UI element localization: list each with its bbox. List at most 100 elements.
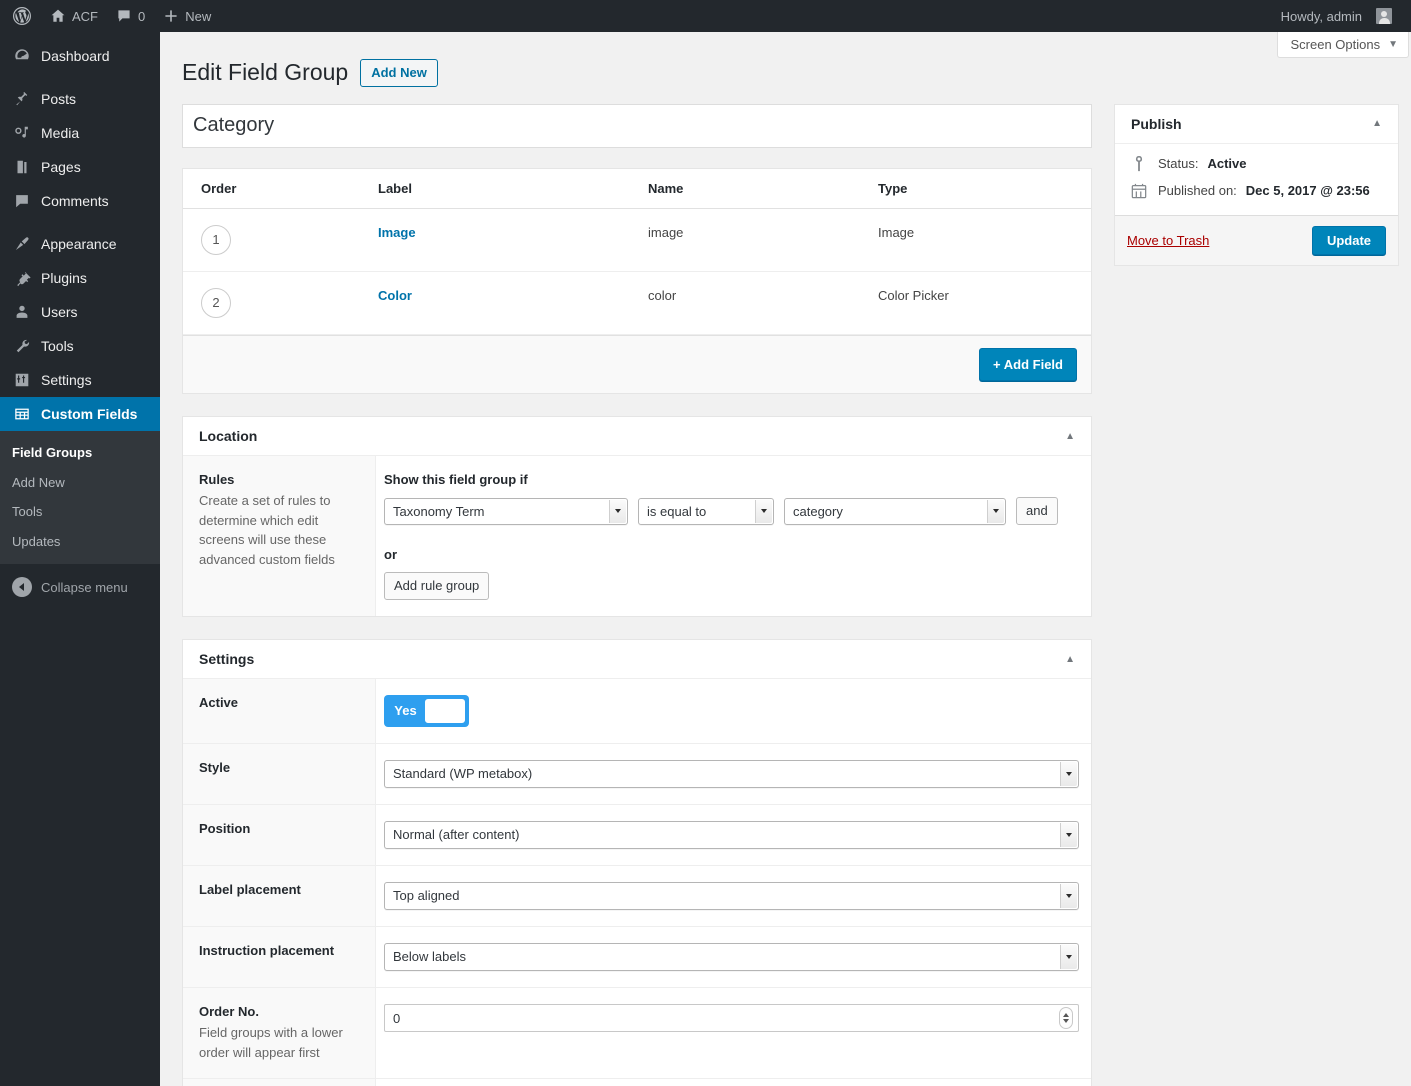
screen-options-label: Screen Options [1290, 37, 1380, 52]
plug-icon [12, 268, 32, 288]
submenu-item-add-new[interactable]: Add New [0, 468, 160, 498]
sidebar-item-label: Custom Fields [41, 407, 137, 421]
setting-field-cell [376, 1079, 1091, 1086]
setting-row-position: Position Normal (after content) [183, 805, 1091, 866]
setting-label-cell: Style [183, 744, 376, 804]
site-name-menu[interactable]: ACF [41, 0, 107, 32]
position-select[interactable]: Normal (after content) [384, 821, 1079, 849]
submenu-item-updates[interactable]: Updates [0, 527, 160, 557]
sidebar-item-appearance[interactable]: Appearance [0, 227, 160, 261]
field-group-title-input[interactable] [182, 104, 1092, 148]
sidebar-item-settings[interactable]: Settings [0, 363, 160, 397]
chevron-down-icon [609, 500, 626, 523]
submenu-item-field-groups[interactable]: Field Groups [0, 438, 160, 468]
rule-param-select[interactable]: Taxonomy Term [384, 498, 628, 525]
publish-metabox-header[interactable]: Publish ▲ [1115, 105, 1398, 144]
move-to-trash-link[interactable]: Move to Trash [1127, 233, 1209, 248]
sidebar-item-pages[interactable]: Pages [0, 150, 160, 184]
sidebar-item-comments[interactable]: Comments [0, 184, 160, 218]
sidebar-item-label: Comments [41, 194, 109, 208]
order-no-wrapper [384, 1004, 1079, 1032]
chevron-up-icon[interactable]: ▲ [1065, 431, 1079, 442]
setting-label: Label placement [199, 882, 359, 897]
style-select[interactable]: Standard (WP metabox) [384, 760, 1079, 788]
location-metabox: Location ▲ Rules Create a set of rules t… [182, 416, 1092, 617]
comments-count: 0 [138, 9, 145, 24]
wp-logo-menu[interactable] [0, 0, 41, 32]
settings-metabox-header[interactable]: Settings ▲ [183, 640, 1091, 679]
sidebar-item-plugins[interactable]: Plugins [0, 261, 160, 295]
order-handle[interactable]: 1 [201, 225, 231, 255]
add-and-rule-button[interactable]: and [1016, 497, 1058, 525]
instruction-placement-value: Below labels [385, 944, 1078, 970]
sidebar-item-dashboard[interactable]: Dashboard [0, 39, 160, 73]
pin-icon [12, 89, 32, 109]
update-button[interactable]: Update [1312, 226, 1386, 255]
table-row[interactable]: 2 Color color Color Picker [183, 271, 1091, 334]
field-edit-link[interactable]: Color [378, 288, 412, 303]
chevron-up-icon[interactable]: ▲ [1065, 654, 1079, 665]
or-label: or [384, 547, 1079, 562]
field-edit-link[interactable]: Image [378, 225, 416, 240]
sidebar-item-tools[interactable]: Tools [0, 329, 160, 363]
content-columns: Order Label Name Type 1 Image [160, 88, 1411, 1086]
secondary-column: Publish ▲ Status: Active [1114, 104, 1399, 1086]
comment-bubble-icon [12, 191, 32, 211]
comment-bubble-icon [116, 8, 132, 24]
publish-body: Status: Active [1115, 144, 1398, 215]
fields-table: Order Label Name Type 1 Image [183, 169, 1091, 335]
table-row[interactable]: 1 Image image Image [183, 208, 1091, 271]
setting-field-cell: Below labels [376, 927, 1091, 987]
cell-order: 1 [183, 208, 378, 271]
rule-operator-select[interactable]: is equal to [638, 498, 774, 525]
stepper-up-icon[interactable] [1063, 1013, 1069, 1017]
sidebar-item-media[interactable]: Media [0, 116, 160, 150]
sidebar-item-posts[interactable]: Posts [0, 82, 160, 116]
publish-date-value[interactable]: Dec 5, 2017 @ 23:56 [1246, 183, 1370, 198]
chevron-down-icon [1060, 945, 1077, 969]
setting-label: Active [199, 695, 359, 710]
position-value: Normal (after content) [385, 822, 1078, 848]
sidebar-item-label: Media [41, 126, 79, 140]
new-content-menu[interactable]: New [154, 0, 220, 32]
fields-panel: Order Label Name Type 1 Image [182, 168, 1092, 395]
location-rules-row: Rules Create a set of rules to determine… [183, 456, 1091, 616]
publish-status-value[interactable]: Active [1207, 156, 1246, 171]
publish-metabox: Publish ▲ Status: Active [1114, 104, 1399, 266]
active-toggle[interactable]: Yes [384, 695, 469, 727]
sidebar-item-label: Pages [41, 160, 81, 174]
sidebar-item-custom-fields[interactable]: Custom Fields [0, 397, 160, 431]
label-placement-select[interactable]: Top aligned [384, 882, 1079, 910]
comments-menu[interactable]: 0 [107, 0, 154, 32]
admin-bar: ACF 0 New Howdy, admin [0, 0, 1411, 32]
add-rule-group-button[interactable]: Add rule group [384, 572, 489, 600]
publish-status-line: Status: Active [1129, 156, 1386, 172]
sidebar-item-users[interactable]: Users [0, 295, 160, 329]
rule-value-value: category [785, 499, 1005, 525]
custom-fields-icon [12, 404, 32, 424]
my-account-menu[interactable]: Howdy, admin [1269, 0, 1401, 32]
instruction-placement-select[interactable]: Below labels [384, 943, 1079, 971]
submenu-item-tools[interactable]: Tools [0, 497, 160, 527]
publish-footer: Move to Trash Update [1115, 215, 1398, 265]
rule-param-value: Taxonomy Term [385, 499, 627, 525]
table-header-row: Order Label Name Type [183, 169, 1091, 209]
number-stepper[interactable] [1059, 1007, 1073, 1029]
sidebar-item-label: Dashboard [41, 49, 110, 63]
cell-label: Image [378, 208, 648, 271]
location-metabox-header[interactable]: Location ▲ [183, 417, 1091, 456]
pages-icon [12, 157, 32, 177]
add-new-button[interactable]: Add New [360, 59, 438, 88]
rules-label-cell: Rules Create a set of rules to determine… [183, 456, 376, 616]
setting-field-cell: Normal (after content) [376, 805, 1091, 865]
chevron-up-icon[interactable]: ▲ [1372, 118, 1386, 129]
page-header: Edit Field Group Add New [160, 32, 1411, 88]
order-no-input[interactable] [384, 1004, 1079, 1032]
collapse-menu-button[interactable]: Collapse menu [0, 570, 160, 604]
rule-value-select[interactable]: category [784, 498, 1006, 525]
order-handle[interactable]: 2 [201, 288, 231, 318]
add-field-button[interactable]: + Add Field [979, 348, 1077, 382]
column-header-order: Order [183, 169, 378, 209]
screen-options-toggle[interactable]: Screen Options ▼ [1277, 32, 1409, 58]
stepper-down-icon[interactable] [1063, 1019, 1069, 1023]
